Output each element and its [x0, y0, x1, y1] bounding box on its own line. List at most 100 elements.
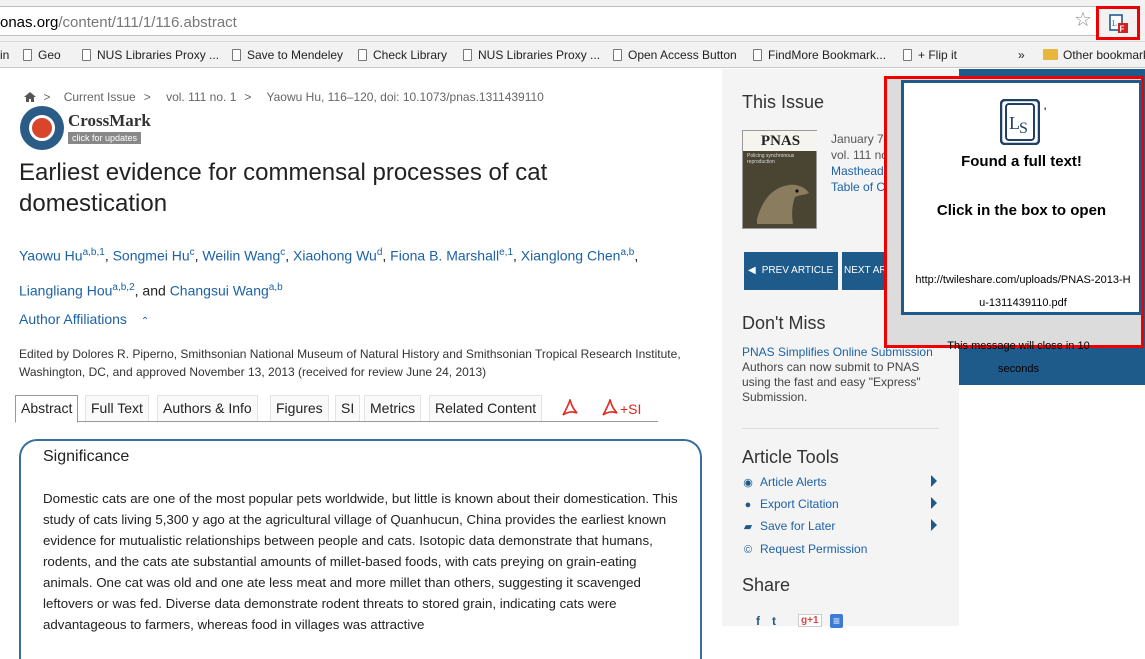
bookmark-label: in [0, 48, 10, 62]
breadcrumb-current-issue[interactable]: Current Issue [64, 90, 136, 104]
popup-open-box[interactable]: L S ' Found a full text! Click in the bo… [901, 80, 1142, 315]
extension-button[interactable]: L F [1096, 6, 1140, 40]
dont-miss-heading: Don't Miss [742, 313, 826, 333]
svg-text:S: S [1019, 120, 1028, 137]
mongoose-cover-illustration [757, 184, 809, 224]
pdf-si-download-button[interactable]: +SI [595, 395, 646, 421]
bookmark-item[interactable]: Geo [23, 48, 61, 62]
tab-authors-info[interactable]: Authors & Info [157, 395, 258, 421]
bookmark-label: NUS Libraries Proxy ... [478, 48, 601, 62]
article-tools-heading: Article Tools [742, 447, 839, 467]
bookmark-label: NUS Libraries Proxy ... [97, 48, 220, 62]
author-affiliation-sup: e,1 [499, 247, 514, 258]
bookmark-item[interactable]: Open Access Button [613, 48, 737, 62]
popup-click-instruction: Click in the box to open [936, 202, 1107, 219]
crossmark-subtitle: click for updates [68, 132, 142, 144]
pdf-icon [602, 399, 618, 416]
copyright-icon: © [743, 544, 753, 556]
tab-related-content[interactable]: Related Content [429, 395, 543, 421]
bookmark-label: Geo [38, 48, 61, 62]
popup-fulltext-url[interactable]: http://twileshare.com/uploads/PNAS-2013-… [914, 269, 1132, 315]
bookmark-item[interactable]: NUS Libraries Proxy ... [82, 48, 219, 62]
significance-text: Domestic cats are one of the most popula… [43, 491, 678, 632]
pdf-download-button[interactable] [555, 395, 585, 421]
crossmark-icon [20, 106, 64, 150]
tab-full-text[interactable]: Full Text [85, 395, 149, 421]
folder-icon: ▰ [743, 521, 753, 533]
article-tabs: Abstract Full Text Authors & Info Figure… [15, 395, 658, 423]
author-affiliation-sup: c [189, 247, 195, 258]
page-icon [463, 49, 472, 61]
home-icon[interactable] [24, 92, 36, 102]
page-icon [358, 49, 367, 61]
crossmark-badge[interactable]: CrossMark click for updates [20, 106, 155, 150]
tab-si[interactable]: SI [335, 395, 361, 421]
chevron-right-icon [931, 519, 937, 531]
author-link[interactable]: Xiaohong Wu [293, 248, 377, 264]
author-link[interactable]: Yaowu Hu [19, 248, 83, 264]
other-bookmarks-folder[interactable]: Other bookmarks [1043, 48, 1145, 62]
bookmark-item[interactable]: in [0, 48, 9, 62]
page-icon [903, 49, 912, 61]
author-affiliation-sup: d [376, 247, 383, 258]
page-icon [82, 49, 91, 61]
url-host: onas.org [0, 14, 59, 31]
fulltext-found-popup[interactable]: L S ' Found a full text! Click in the bo… [884, 76, 1144, 375]
breadcrumb-volume[interactable]: vol. 111 no. 1 [166, 90, 236, 104]
bookmark-label: FindMore Bookmark... [768, 48, 887, 62]
tool-export-citation[interactable]: ● Export Citation [742, 497, 937, 511]
author-affiliation-sup: a,b,1 [82, 247, 105, 258]
share-heading: Share [742, 575, 791, 595]
left-arrow-icon: ◀ [748, 265, 756, 276]
bookmark-star-icon[interactable]: ☆ [1074, 10, 1092, 30]
browser-toolbar: onas.org/content/111/1/116.abstract ☆ L … [0, 0, 1145, 42]
breadcrumb-separator: > [143, 90, 151, 104]
tab-figures[interactable]: Figures [270, 395, 329, 421]
author-link[interactable]: Songmei Hu [113, 248, 190, 264]
cover-title: PNAS [743, 131, 818, 151]
popup-found-message: Found a full text! [961, 153, 1082, 170]
author-link[interactable]: Fiona B. Marshall [390, 248, 499, 264]
prev-article-button[interactable]: ◀ PREV ARTICLE [744, 252, 838, 290]
bookmarks-bar: in Geo NUS Libraries Proxy ... Save to M… [0, 42, 1145, 68]
breadcrumb-separator: > [43, 90, 51, 104]
google-plus-icon[interactable]: g+1 [798, 614, 822, 627]
globe-icon: ● [744, 499, 752, 511]
issue-cover-image[interactable]: PNAS Policing synchronous reproduction [742, 130, 818, 229]
author-affiliation-sup: a,b [620, 247, 635, 258]
page-icon [23, 49, 32, 61]
this-issue-heading: This Issue [742, 92, 825, 112]
tool-request-permission[interactable]: © Request Permission [742, 542, 937, 556]
bookmark-label: + Flip it [918, 48, 958, 62]
tab-abstract[interactable]: Abstract [15, 395, 79, 423]
bookmark-label: Check Library [373, 48, 448, 62]
pdf-si-label: +SI [620, 401, 642, 417]
author-link[interactable]: Changsui Wang [170, 282, 269, 298]
author-link[interactable]: Xianglong Chen [521, 248, 621, 264]
page-icon [232, 49, 241, 61]
bookmarks-overflow-button[interactable]: » [1018, 48, 1025, 62]
author-affiliation-sup: c [280, 247, 286, 258]
crossmark-title: CrossMark [68, 111, 151, 130]
address-bar[interactable]: onas.org/content/111/1/116.abstract [0, 6, 1098, 36]
rss-icon: ◉ [743, 477, 753, 489]
author-link[interactable]: Liangliang Hou [19, 282, 112, 298]
breadcrumb-citation: Yaowu Hu, 116–120, doi: 10.1073/pnas.131… [266, 90, 544, 104]
tool-article-alerts[interactable]: ◉ Article Alerts [742, 475, 937, 489]
bookmark-item[interactable]: NUS Libraries Proxy ... [463, 48, 600, 62]
pdf-icon [562, 399, 578, 416]
dont-miss-content: PNAS Simplifies Online Submission Author… [742, 345, 942, 405]
bookmark-item[interactable]: + Flip it [903, 48, 957, 62]
tool-save-for-later[interactable]: ▰ Save for Later [742, 519, 937, 533]
page-icon [753, 49, 762, 61]
chevron-right-icon [931, 475, 937, 487]
bookmark-item[interactable]: Save to Mendeley [232, 48, 343, 62]
tab-metrics[interactable]: Metrics [364, 395, 422, 421]
author-affiliations-toggle[interactable]: Author Affiliations ⌃ [19, 311, 149, 327]
bookmark-label: Save to Mendeley [247, 48, 344, 62]
bookmark-item[interactable]: Check Library [358, 48, 447, 62]
author-link[interactable]: Weilin Wang [202, 248, 280, 264]
url-text[interactable]: onas.org/content/111/1/116.abstract [0, 14, 237, 31]
tool-label: Export Citation [760, 497, 839, 511]
bookmark-item[interactable]: FindMore Bookmark... [753, 48, 886, 62]
